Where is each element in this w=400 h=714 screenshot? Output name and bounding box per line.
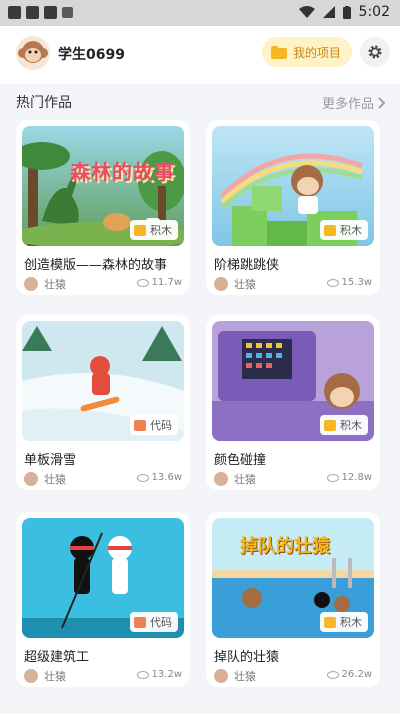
- view-count: 26.2w: [326, 669, 372, 680]
- gear-icon: [368, 45, 382, 59]
- eye-icon: [136, 670, 149, 679]
- status-icons-right: 5:02: [298, 4, 390, 20]
- status-bar: 5:02: [0, 0, 400, 26]
- wifi-icon: [298, 6, 315, 18]
- thumbnail-caption: 掉队的壮猿: [240, 536, 330, 557]
- blocks-icon: [134, 224, 146, 236]
- view-count: 15.3w: [326, 277, 372, 288]
- thumbnail-caption: 森林的故事: [70, 160, 175, 184]
- monkey-avatar-icon: [18, 41, 48, 63]
- eye-icon: [136, 278, 149, 287]
- view-count-label: 12.8w: [341, 472, 372, 483]
- signal-icon: [322, 6, 335, 18]
- notification-icon: [8, 6, 21, 19]
- work-card[interactable]: 积木 阶梯跳跳侠 壮猿 15.3w: [206, 120, 380, 295]
- code-icon: [134, 616, 146, 628]
- work-title: 创造模版——森林的故事: [24, 258, 168, 273]
- work-thumbnail: 代码: [22, 518, 184, 638]
- author: 壮猿: [24, 668, 66, 684]
- blocks-icon: [324, 419, 336, 431]
- eye-icon: [136, 473, 149, 482]
- author-name: 壮猿: [44, 670, 66, 683]
- author-name: 壮猿: [44, 473, 66, 486]
- eye-icon: [326, 473, 339, 482]
- eye-icon: [326, 278, 339, 287]
- work-thumbnail: 森林的故事 积木: [22, 126, 184, 246]
- work-title: 阶梯跳跳侠: [214, 258, 280, 273]
- eye-icon: [326, 670, 339, 679]
- status-icons-left: [8, 6, 73, 19]
- chevron-right-icon: [378, 96, 386, 109]
- author: 壮猿: [214, 668, 256, 684]
- work-card[interactable]: 代码 单板滑雪 壮猿 13.6w: [16, 315, 190, 490]
- type-tag-label: 代码: [150, 419, 172, 432]
- author-avatar: [24, 277, 38, 291]
- work-title: 单板滑雪: [24, 453, 77, 468]
- view-count: 13.6w: [136, 472, 182, 483]
- code-icon: [134, 419, 146, 431]
- view-count-label: 11.7w: [151, 277, 182, 288]
- author-name: 壮猿: [234, 473, 256, 486]
- author-avatar: [214, 277, 228, 291]
- author: 壮猿: [24, 471, 66, 487]
- type-tag: 积木: [320, 220, 368, 240]
- author-avatar: [214, 669, 228, 683]
- view-count: 11.7w: [136, 277, 182, 288]
- work-card[interactable]: 代码 超级建筑工 壮猿 13.2w: [16, 512, 190, 687]
- more-works-label: 更多作品: [321, 97, 374, 112]
- type-tag: 积木: [320, 415, 368, 435]
- notification-icon: [62, 7, 73, 18]
- more-works-link[interactable]: 更多作品: [322, 93, 386, 112]
- blocks-icon: [324, 224, 336, 236]
- author: 壮猿: [24, 276, 66, 292]
- author-name: 壮猿: [44, 278, 66, 291]
- author-name: 壮猿: [234, 278, 256, 291]
- view-count-label: 13.6w: [151, 472, 182, 483]
- type-tag: 积木: [130, 220, 178, 240]
- battery-icon: [342, 5, 351, 19]
- author-name: 壮猿: [234, 670, 256, 683]
- folder-icon: [271, 45, 287, 59]
- view-count-label: 15.3w: [341, 277, 372, 288]
- work-card[interactable]: 掉队的壮猿 积木 掉队的壮猿 壮猿 26.2w: [206, 512, 380, 687]
- type-tag-label: 代码: [150, 616, 172, 629]
- work-title: 颜色碰撞: [214, 453, 267, 468]
- status-time: 5:02: [358, 4, 390, 20]
- author-avatar: [24, 669, 38, 683]
- author-avatar: [24, 472, 38, 486]
- author: 壮猿: [214, 276, 256, 292]
- username: 学生0699: [58, 47, 125, 63]
- notification-icon: [26, 6, 39, 19]
- section-title: 热门作品: [16, 95, 72, 111]
- my-projects-button[interactable]: 我的项目: [262, 37, 352, 67]
- type-tag: 代码: [130, 612, 178, 632]
- settings-button[interactable]: [360, 37, 390, 67]
- view-count: 12.8w: [326, 472, 372, 483]
- work-thumbnail: 掉队的壮猿 积木: [212, 518, 374, 638]
- avatar[interactable]: [16, 36, 50, 70]
- type-tag-label: 积木: [340, 224, 362, 237]
- my-projects-label: 我的项目: [293, 45, 342, 60]
- type-tag-label: 积木: [340, 419, 362, 432]
- blocks-icon: [324, 616, 336, 628]
- work-thumbnail: 代码: [22, 321, 184, 441]
- view-count-label: 26.2w: [341, 669, 372, 680]
- work-card[interactable]: 森林的故事 积木 创造模版——森林的故事 壮猿 11.7w: [16, 120, 190, 295]
- work-title: 超级建筑工: [24, 650, 90, 665]
- view-count-label: 13.2w: [151, 669, 182, 680]
- app-header: 学生0699 我的项目: [0, 26, 400, 84]
- author: 壮猿: [214, 471, 256, 487]
- notification-icon: [44, 6, 57, 19]
- work-thumbnail: 积木: [212, 321, 374, 441]
- work-thumbnail: 积木: [212, 126, 374, 246]
- work-card[interactable]: 积木 颜色碰撞 壮猿 12.8w: [206, 315, 380, 490]
- type-tag-label: 积木: [340, 616, 362, 629]
- type-tag-label: 积木: [150, 224, 172, 237]
- type-tag: 代码: [130, 415, 178, 435]
- author-avatar: [214, 472, 228, 486]
- view-count: 13.2w: [136, 669, 182, 680]
- work-title: 掉队的壮猿: [214, 650, 280, 665]
- type-tag: 积木: [320, 612, 368, 632]
